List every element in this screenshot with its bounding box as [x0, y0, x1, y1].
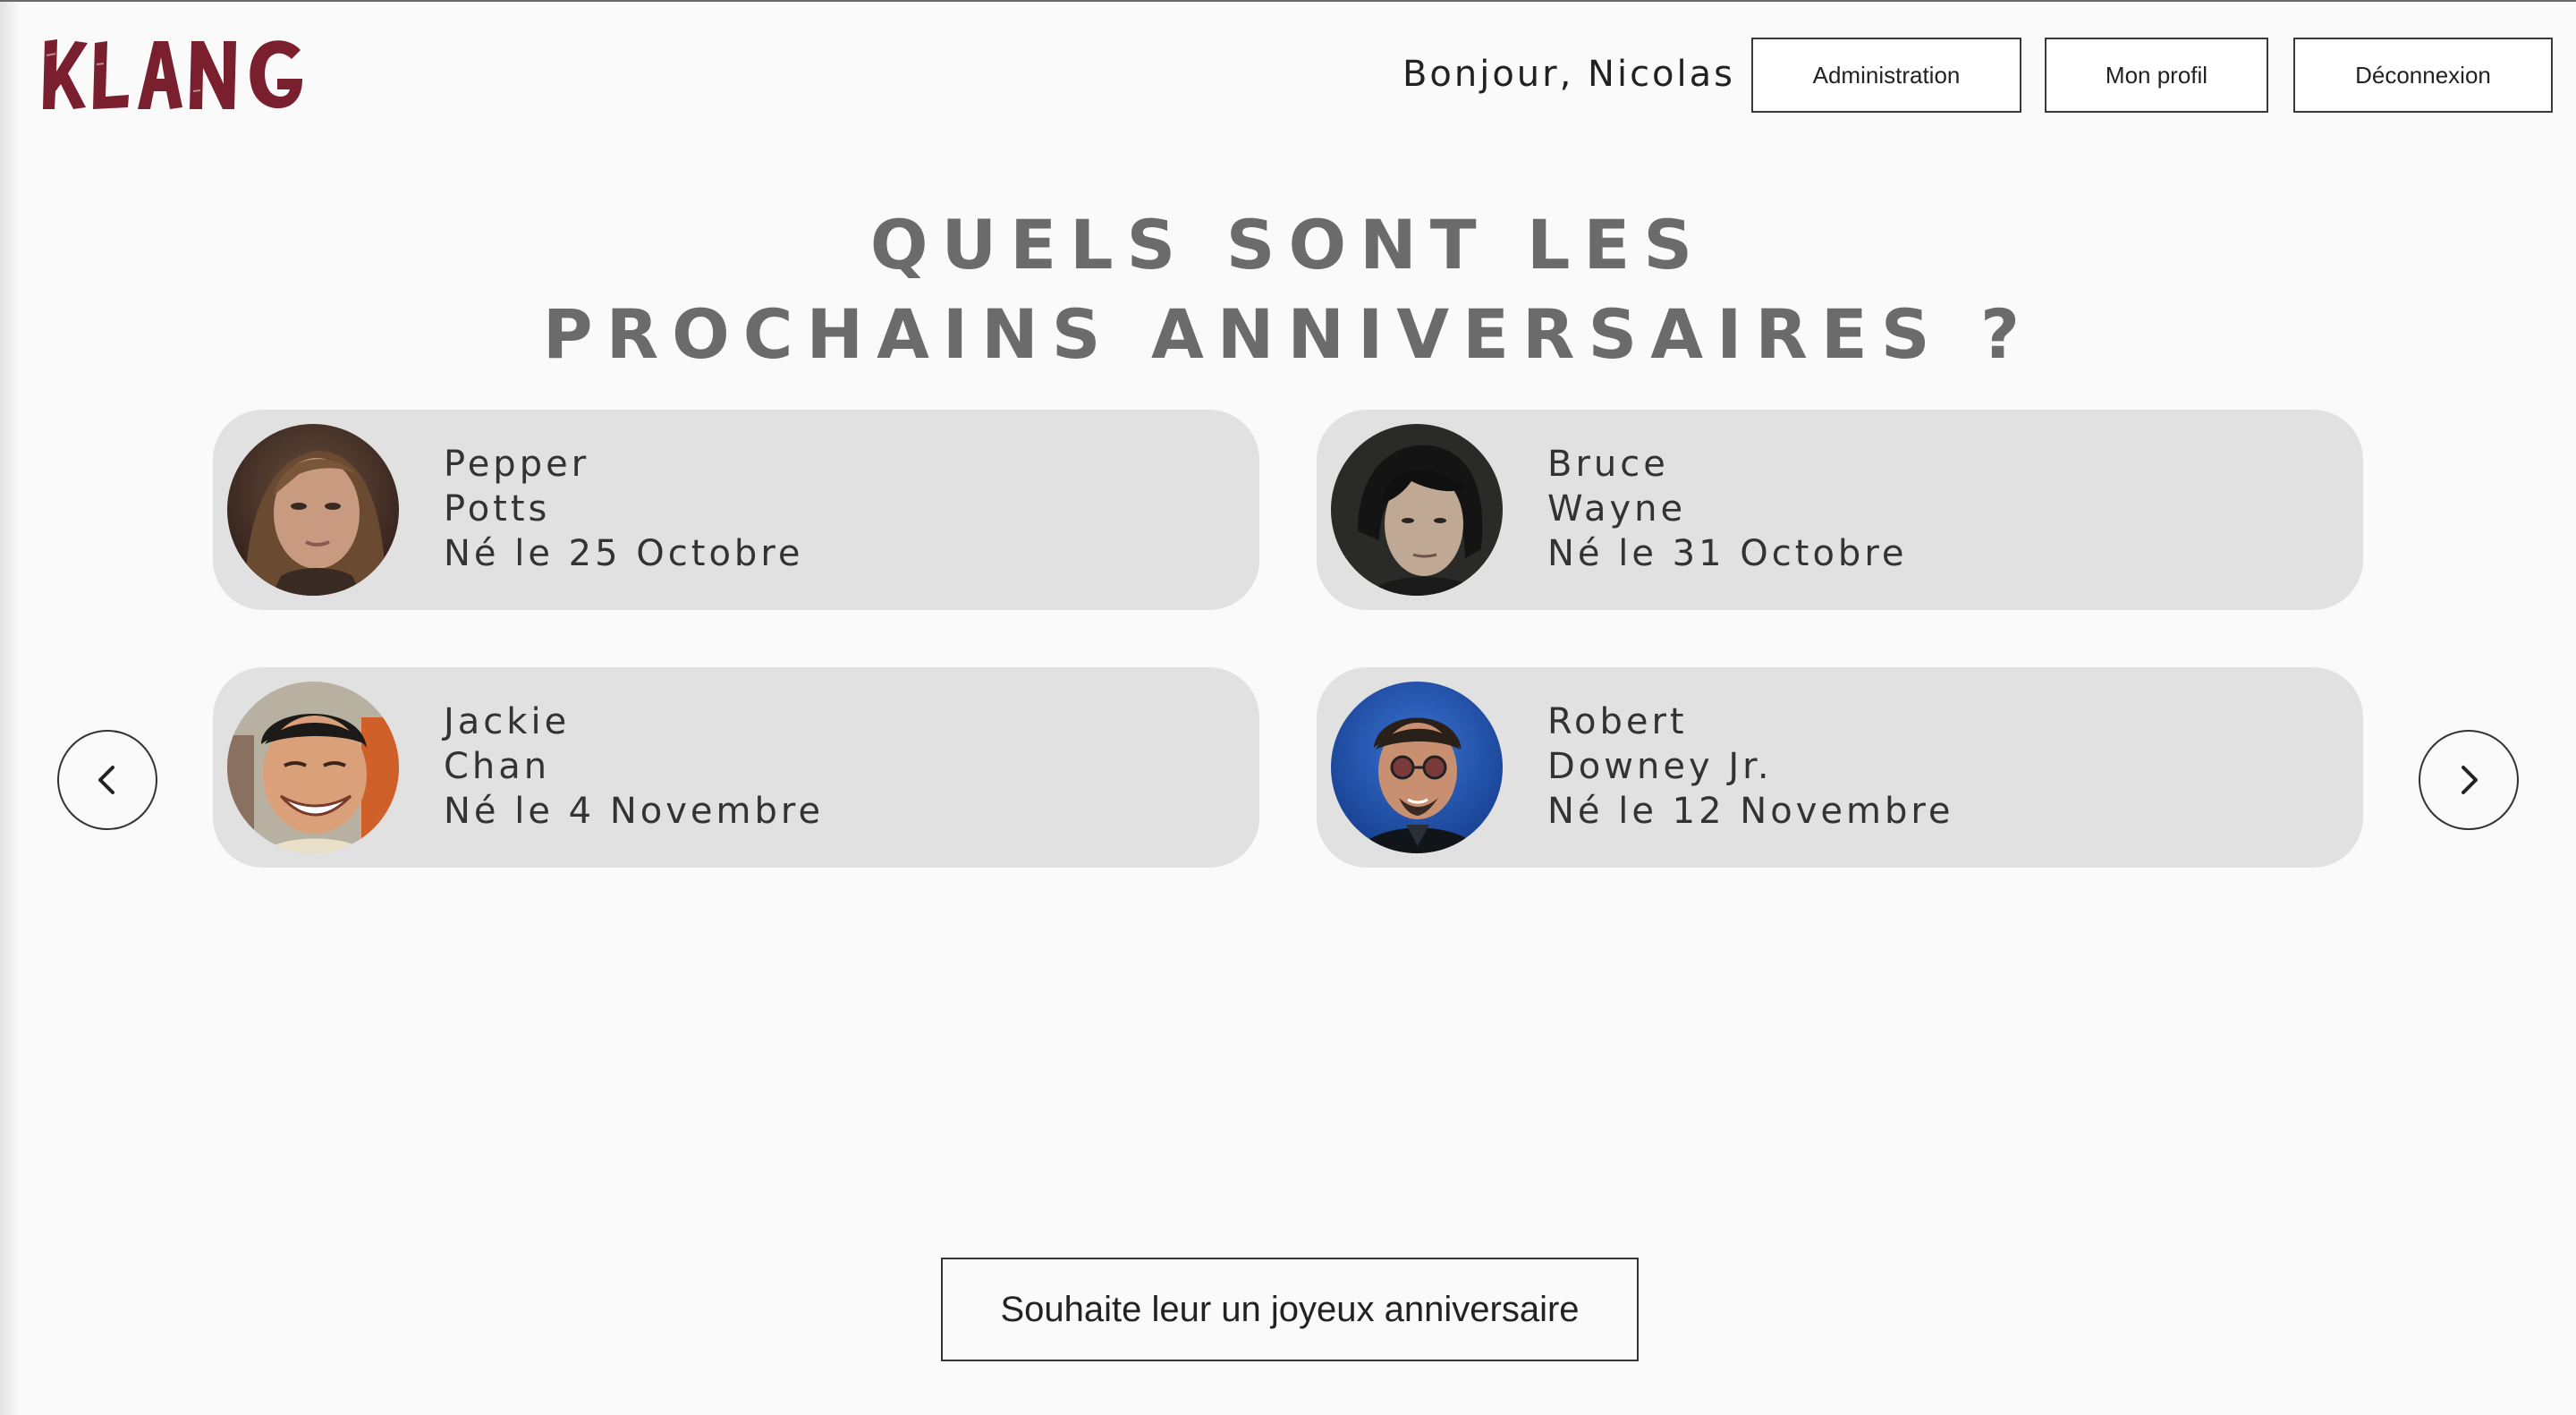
profile-button[interactable]: Mon profil: [2045, 38, 2268, 113]
portrait-bruce-wayne-image: [1331, 424, 1503, 596]
avatar: [227, 682, 399, 853]
birthday-card-text: Pepper Potts Né le 25 Octobre: [444, 442, 804, 576]
logout-button[interactable]: Déconnexion: [2293, 38, 2553, 113]
birthday-card-text: Jackie Chan Né le 4 Novembre: [444, 699, 824, 834]
logo-mark: [43, 39, 302, 109]
wish-birthday-button[interactable]: Souhaite leur un joyeux anniversaire: [941, 1258, 1639, 1361]
birthday-last-name: Wayne: [1547, 488, 1687, 530]
birthday-card-text: Bruce Wayne Né le 31 Octobre: [1547, 442, 1908, 576]
birthday-card: Pepper Potts Né le 25 Octobre: [213, 410, 1259, 610]
avatar: [1331, 682, 1503, 853]
birthday-first-name: Bruce: [1547, 444, 1669, 485]
birthday-first-name: Pepper: [444, 444, 590, 485]
birthday-first-name: Robert: [1547, 701, 1688, 742]
birthday-date: Né le 25 Octobre: [444, 533, 804, 574]
birthday-card: Jackie Chan Né le 4 Novembre: [213, 667, 1259, 868]
birthday-date: Né le 4 Novembre: [444, 791, 825, 832]
page-title-line-2: PROCHAINS ANNIVERSAIRES ?: [542, 294, 2034, 374]
avatar: [1331, 424, 1503, 596]
birthday-last-name: Chan: [444, 746, 551, 787]
next-button[interactable]: [2419, 730, 2519, 830]
klang-logo[interactable]: [39, 29, 308, 118]
portrait-jackie-chan-image: [227, 682, 399, 853]
page-title: QUELS SONT LES PROCHAINS ANNIVERSAIRES ?: [0, 200, 2576, 379]
chevron-left-icon: [98, 766, 114, 794]
birthday-date: Né le 12 Novembre: [1547, 791, 1954, 832]
portrait-robert-downey-jr-image: [1331, 682, 1503, 853]
birthday-card-text: Robert Downey Jr. Né le 12 Novembre: [1547, 699, 1954, 834]
chevron-right-icon: [2462, 766, 2478, 794]
birthday-card: Bruce Wayne Né le 31 Octobre: [1317, 410, 2363, 610]
page-title-line-1: QUELS SONT LES: [869, 205, 1707, 284]
birthday-last-name: Downey Jr.: [1547, 746, 1773, 787]
portrait-pepper-potts-image: [227, 424, 399, 596]
birthday-first-name: Jackie: [444, 701, 571, 742]
avatar: [227, 424, 399, 596]
greeting-text: Bonjour, Nicolas: [1402, 54, 1735, 95]
administration-button[interactable]: Administration: [1751, 38, 2021, 113]
birthday-card: Robert Downey Jr. Né le 12 Novembre: [1317, 667, 2363, 868]
birthday-last-name: Potts: [444, 488, 551, 530]
birthday-date: Né le 31 Octobre: [1547, 533, 1908, 574]
previous-button[interactable]: [57, 730, 157, 830]
page: Bonjour, Nicolas Administration Mon prof…: [0, 0, 2576, 1415]
